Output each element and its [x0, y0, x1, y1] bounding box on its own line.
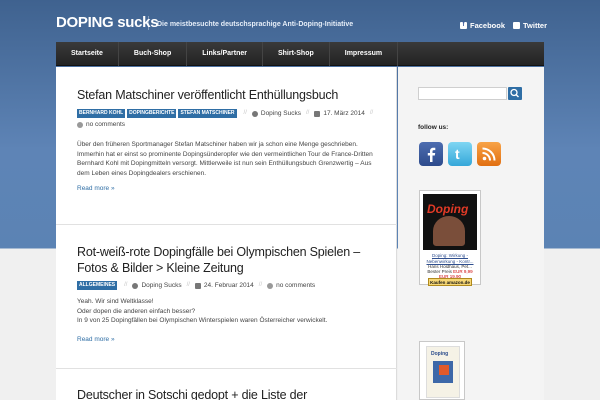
- search-icon: [510, 88, 519, 98]
- amazon-buy-button[interactable]: Kaufen amazon.de: [428, 278, 472, 286]
- post-title[interactable]: Rot-weiß-rote Dopingfälle bei Olympische…: [77, 244, 383, 276]
- post-1: Stefan Matschiner veröffentlicht Enthüll…: [77, 87, 383, 192]
- book-cover-title: Doping: [431, 351, 449, 357]
- meta-divider: //: [186, 282, 190, 288]
- facebook-link[interactable]: f Facebook: [460, 21, 505, 30]
- facebook-icon: [427, 147, 436, 162]
- post-excerpt: Über den früheren Sportmanager Stefan Ma…: [77, 141, 373, 177]
- facebook-icon: f: [460, 22, 467, 29]
- book-cover-title: Doping: [427, 202, 469, 216]
- nav-divider: [397, 42, 399, 66]
- tag-badge[interactable]: Allgemeines: [77, 281, 118, 290]
- search-input[interactable]: [418, 87, 507, 100]
- site-header: DOPING sucks Die meistbesuchte deutschsp…: [0, 0, 600, 42]
- post-2: Rot-weiß-rote Dopingfälle bei Olympische…: [77, 244, 383, 343]
- post-3: Deutscher in Sotschi gedopt + die Liste …: [77, 387, 383, 400]
- sidebar: follow us: t Doping Doping: Wirkung - Ne…: [398, 67, 544, 400]
- book-title-link[interactable]: Doping: Wirkung - Nebenwirkung - Kontr..…: [422, 253, 478, 264]
- post-author[interactable]: Doping Sucks: [141, 280, 181, 291]
- post-author[interactable]: Doping Sucks: [261, 108, 301, 119]
- post-date: 24. Februar 2014: [203, 282, 254, 289]
- post-title[interactable]: Deutscher in Sotschi gedopt + die Liste …: [77, 387, 383, 400]
- tag-badge[interactable]: Dopingberichte: [127, 109, 177, 118]
- nav-item-buch-shop[interactable]: Buch-Shop: [119, 42, 186, 66]
- nav-item-startseite[interactable]: Startseite: [56, 42, 118, 66]
- facebook-follow-button[interactable]: [419, 142, 443, 166]
- site-logo[interactable]: DOPING sucks: [56, 14, 159, 31]
- post-comments[interactable]: no comments: [86, 119, 125, 130]
- tag-badge[interactable]: Bernhard Kohl: [77, 109, 126, 118]
- follow-us-label: follow us:: [418, 124, 449, 131]
- book-cover-image: Doping: [423, 194, 477, 250]
- site-tagline: Die meistbesuchte deutschsprachige Anti-…: [157, 21, 354, 28]
- meta-divider: //: [258, 282, 263, 288]
- excerpt-line: Oder dopen die anderen einfach besser?: [77, 307, 196, 315]
- header-divider: [148, 16, 149, 30]
- main-content: Stefan Matschiner veröffentlicht Enthüll…: [56, 67, 397, 400]
- meta-divider: //: [124, 282, 128, 288]
- book-ad-2[interactable]: Doping: [419, 341, 465, 400]
- cover-art-detail: [439, 365, 449, 375]
- search-button[interactable]: [508, 87, 522, 100]
- post-divider: [56, 368, 397, 369]
- post-comments[interactable]: no comments: [276, 280, 315, 291]
- post-date: 17. März 2014: [323, 110, 365, 117]
- calendar-icon: [194, 282, 201, 289]
- excerpt-line: Yeah. Wir sind Weltklasse!: [77, 298, 154, 305]
- book-cover-image: Doping: [426, 346, 460, 398]
- post-meta: Bernhard Kohl Dopingberichte Stefan Mats…: [77, 108, 383, 119]
- twitter-link[interactable]: Twitter: [513, 21, 547, 30]
- svg-text:t: t: [455, 146, 460, 162]
- comment-icon: [267, 282, 274, 289]
- post-meta: Allgemeines // Doping Sucks // 24. Febru…: [77, 280, 383, 291]
- twitter-icon: [513, 22, 520, 29]
- user-icon: [132, 282, 139, 289]
- post-comments-row: no comments: [77, 119, 383, 130]
- comment-icon: [77, 121, 83, 128]
- twitter-link-label: Twitter: [523, 21, 548, 30]
- rss-icon: [482, 147, 496, 161]
- excerpt-line: In 9 von 25 Dopingfällen bei Olympischen…: [77, 317, 328, 324]
- book-ad[interactable]: Doping Doping: Wirkung - Nebenwirkung - …: [419, 190, 481, 286]
- user-icon: [251, 110, 258, 117]
- cover-figure: [433, 216, 465, 246]
- post-title[interactable]: Stefan Matschiner veröffentlicht Enthüll…: [77, 87, 383, 103]
- rss-follow-button[interactable]: [477, 142, 501, 166]
- post-excerpt: Yeah. Wir sind Weltklasse! Oder dopen di…: [77, 297, 383, 326]
- facebook-link-label: Facebook: [470, 21, 506, 30]
- main-navigation: Startseite Buch-Shop Links/Partner Shirt…: [56, 42, 544, 66]
- nav-item-shirt-shop[interactable]: Shirt-Shop: [263, 42, 329, 66]
- read-more-link[interactable]: Read more »: [77, 185, 383, 192]
- nav-item-links-partner[interactable]: Links/Partner: [187, 42, 262, 66]
- twitter-icon: t: [455, 146, 460, 162]
- tag-badge[interactable]: Stefan Matschiner: [178, 109, 237, 118]
- post-divider: [56, 224, 397, 225]
- meta-divider: //: [305, 110, 310, 116]
- twitter-follow-button[interactable]: t: [448, 142, 472, 166]
- read-more-link[interactable]: Read more »: [77, 336, 383, 343]
- nav-item-impressum[interactable]: Impressum: [330, 42, 397, 66]
- meta-divider: //: [369, 110, 374, 116]
- meta-divider: //: [243, 110, 247, 116]
- calendar-icon: [314, 110, 321, 117]
